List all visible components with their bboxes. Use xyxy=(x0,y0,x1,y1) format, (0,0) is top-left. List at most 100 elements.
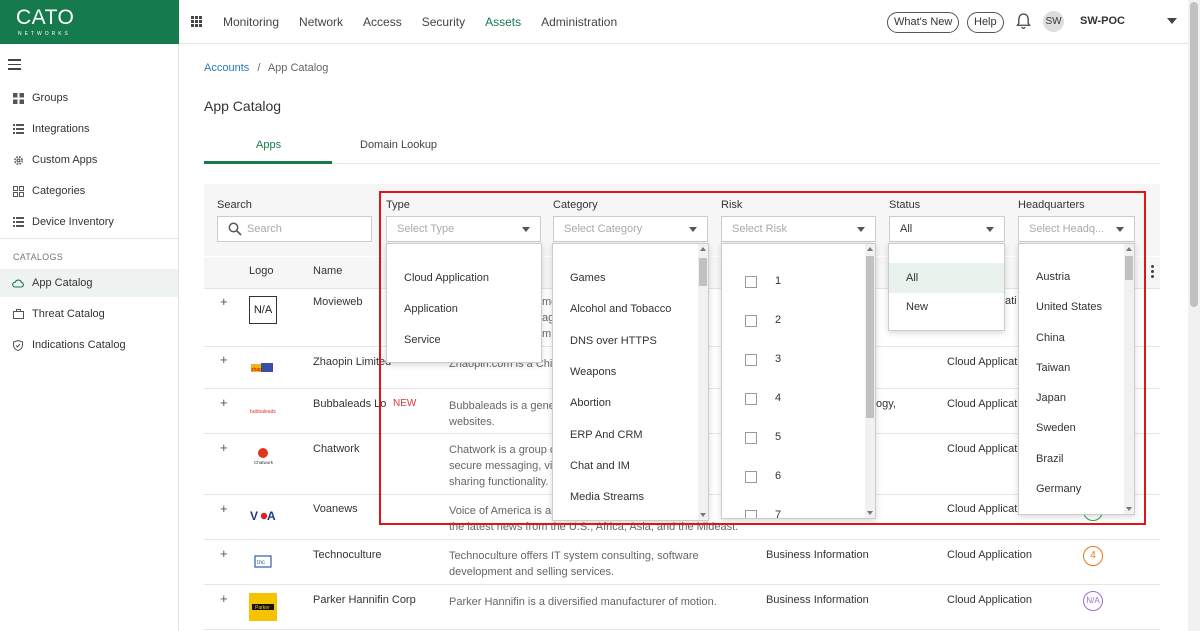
headquarters-label: Headquarters xyxy=(1018,199,1085,211)
risk-scrollbar[interactable] xyxy=(865,244,875,518)
nav-access[interactable]: Access xyxy=(363,15,402,29)
tab-apps[interactable]: Apps xyxy=(256,139,281,151)
top-bar: CATO NETWORKS Monitoring Network Access … xyxy=(0,0,1188,44)
type-option[interactable]: Service xyxy=(387,334,541,346)
risk-checkbox[interactable] xyxy=(745,393,757,405)
status-option[interactable]: New xyxy=(889,301,1004,313)
risk-option[interactable]: 5 xyxy=(775,431,781,443)
category-option[interactable]: Media Streams xyxy=(553,491,708,503)
nav-administration[interactable]: Administration xyxy=(541,15,617,29)
headquarters-option[interactable]: United States xyxy=(1019,301,1134,313)
headquarters-option[interactable]: Sweden xyxy=(1019,422,1134,434)
risk-checkbox[interactable] xyxy=(745,471,757,483)
page-scrollbar[interactable] xyxy=(1188,0,1200,631)
nav-security[interactable]: Security xyxy=(422,15,465,29)
apps-grid-icon[interactable] xyxy=(191,16,202,27)
headquarters-option[interactable]: Germany xyxy=(1019,483,1134,495)
app-name[interactable]: Bubbaleads Lo xyxy=(313,398,386,410)
headquarters-option[interactable]: Japan xyxy=(1019,392,1134,404)
more-options-icon[interactable] xyxy=(1151,265,1155,280)
risk-dropdown: 1 2 3 4 5 6 7 xyxy=(721,243,876,519)
risk-option[interactable]: 3 xyxy=(775,353,781,365)
type-select[interactable]: Select Type xyxy=(386,216,541,242)
category-option[interactable]: Abortion xyxy=(553,397,708,409)
risk-select[interactable]: Select Risk xyxy=(721,216,876,242)
risk-option[interactable]: 6 xyxy=(775,470,781,482)
headquarters-option[interactable]: China xyxy=(1019,332,1134,344)
app-name[interactable]: Movieweb xyxy=(313,296,363,308)
sidebar-item-categories[interactable]: Categories xyxy=(0,177,178,205)
chevron-down-icon[interactable] xyxy=(1167,18,1177,24)
whats-new-button[interactable]: What's New xyxy=(887,12,960,33)
sidebar-item-threat-catalog[interactable]: Threat Catalog xyxy=(0,300,178,328)
category-option[interactable]: ERP And CRM xyxy=(553,429,708,441)
sidebar-item-groups[interactable]: Groups xyxy=(0,84,178,112)
risk-option[interactable]: 4 xyxy=(775,392,781,404)
risk-checkbox[interactable] xyxy=(745,354,757,366)
app-name[interactable]: Chatwork xyxy=(313,443,359,455)
sidebar-item-indications-catalog[interactable]: Indications Catalog xyxy=(0,331,178,359)
category-option[interactable]: DNS over HTTPS xyxy=(553,335,708,347)
sidebar-divider xyxy=(0,238,178,239)
bubbaleads-logo: bubbaleads xyxy=(249,397,277,425)
headquarters-option[interactable]: Taiwan xyxy=(1019,362,1134,374)
breadcrumb-accounts-link[interactable]: Accounts xyxy=(204,62,249,74)
expand-row-icon[interactable]: + xyxy=(220,546,228,561)
new-badge: NEW xyxy=(393,398,417,409)
cato-logo[interactable]: CATO NETWORKS xyxy=(0,0,179,44)
category-option[interactable]: Chat and IM xyxy=(553,460,708,472)
help-button[interactable]: Help xyxy=(967,12,1004,33)
expand-row-icon[interactable]: + xyxy=(220,294,228,309)
app-name[interactable]: Parker Hannifin Corp xyxy=(313,594,416,606)
bell-icon[interactable] xyxy=(1016,13,1031,30)
type-placeholder: Select Type xyxy=(397,223,455,235)
category-option[interactable]: Alcohol and Tobacco xyxy=(553,303,708,315)
risk-checkbox[interactable] xyxy=(745,432,757,444)
chevron-down-icon xyxy=(1116,227,1124,232)
sidebar-item-device-inventory[interactable]: Device Inventory xyxy=(0,208,178,236)
category-select[interactable]: Select Category xyxy=(553,216,708,242)
risk-checkbox[interactable] xyxy=(745,510,757,518)
sidebar-item-custom-apps[interactable]: Custom Apps xyxy=(0,146,178,174)
org-selector[interactable]: SW-POC xyxy=(1080,15,1125,27)
app-name[interactable]: Voanews xyxy=(313,503,358,515)
headquarters-option[interactable]: Austria xyxy=(1019,271,1134,283)
headquarters-option[interactable]: Brazil xyxy=(1019,453,1134,465)
category-scrollbar[interactable] xyxy=(698,244,708,520)
sidebar-item-label: Threat Catalog xyxy=(32,308,105,320)
risk-option[interactable]: 2 xyxy=(775,314,781,326)
headquarters-scrollbar[interactable] xyxy=(1124,244,1134,514)
risk-option[interactable]: 1 xyxy=(775,275,781,287)
risk-checkbox[interactable] xyxy=(745,315,757,327)
sidebar-item-integrations[interactable]: Integrations xyxy=(0,115,178,143)
column-header-logo[interactable]: Logo xyxy=(249,265,273,277)
status-option-selected[interactable]: All xyxy=(889,263,1004,293)
headquarters-select[interactable]: Select Headq... xyxy=(1018,216,1135,242)
type-option[interactable]: Cloud Application xyxy=(387,272,541,284)
nav-assets[interactable]: Assets xyxy=(485,15,521,29)
nav-monitoring[interactable]: Monitoring xyxy=(223,15,279,29)
expand-row-icon[interactable]: + xyxy=(220,501,228,516)
expand-row-icon[interactable]: + xyxy=(220,440,228,455)
column-header-name[interactable]: Name xyxy=(313,265,342,277)
app-name[interactable]: Zhaopin Limited xyxy=(313,356,391,368)
nav-network[interactable]: Network xyxy=(299,15,343,29)
hamburger-icon[interactable] xyxy=(8,59,21,73)
status-select[interactable]: All xyxy=(889,216,1005,242)
sidebar-item-app-catalog[interactable]: App Catalog xyxy=(0,269,178,297)
chevron-down-icon xyxy=(986,227,994,232)
search-input[interactable]: Search xyxy=(217,216,372,242)
type-option[interactable]: Application xyxy=(387,303,541,315)
expand-row-icon[interactable]: + xyxy=(220,395,228,410)
app-description: Parker Hannifin is a diversified manufac… xyxy=(449,596,717,608)
expand-row-icon[interactable]: + xyxy=(220,591,228,606)
avatar[interactable]: SW xyxy=(1043,11,1064,32)
sidebar-item-label: Groups xyxy=(32,92,69,104)
category-option[interactable]: Games xyxy=(553,272,708,284)
expand-row-icon[interactable]: + xyxy=(220,352,228,367)
risk-checkbox[interactable] xyxy=(745,276,757,288)
app-name[interactable]: Technoculture xyxy=(313,549,382,561)
risk-option[interactable]: 7 xyxy=(775,509,781,518)
tab-domain-lookup[interactable]: Domain Lookup xyxy=(360,139,437,151)
category-option[interactable]: Weapons xyxy=(553,366,708,378)
